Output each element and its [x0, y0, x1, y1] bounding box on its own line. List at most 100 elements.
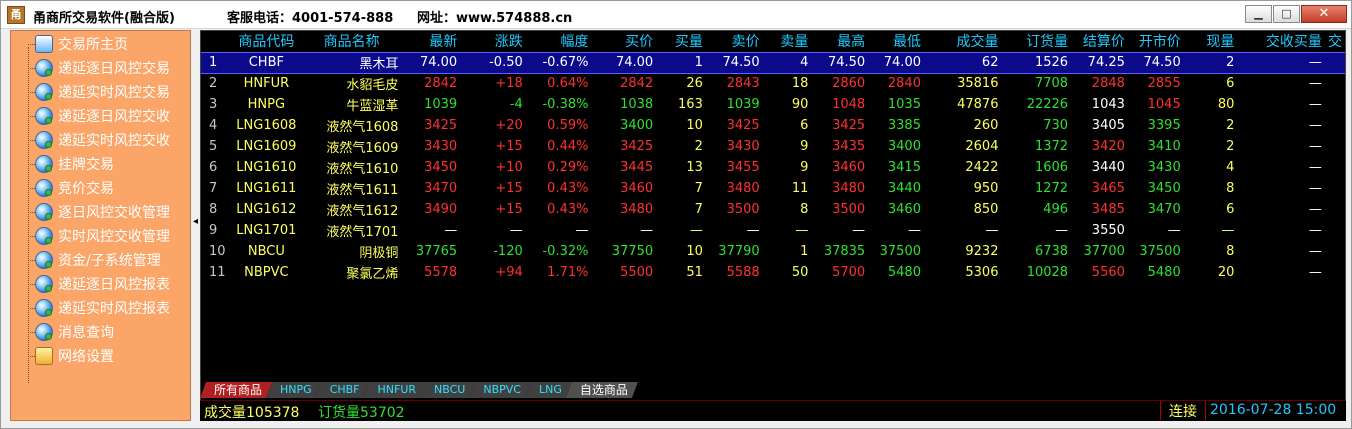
column-header[interactable]: 现量	[1184, 31, 1238, 52]
quote-table: 商品代码 商品名称 最新 涨跌 幅度 买价 买量 卖价 卖量 最高 最低 成交量 订货量 结算价 开市价 现量…	[201, 31, 1345, 283]
tree-branch	[28, 236, 35, 237]
column-header[interactable]: 买量	[656, 31, 706, 52]
column-header[interactable]: 交收买量	[1237, 31, 1325, 52]
tab-item[interactable]: LNG	[525, 382, 572, 398]
quote-row[interactable]: 8 LNG1612 液然气1612 3490 +15 0.43% 3480 7 3500 8 350…	[201, 199, 1345, 220]
cell-idx: 4	[209, 118, 218, 133]
quote-row[interactable]: 10 NBCU 阴极铜 37765 -120 -0.32% 37750 10 37790 1 378…	[201, 241, 1345, 262]
column-header[interactable]: 最高	[811, 31, 868, 52]
close-button[interactable]: ✕	[1301, 5, 1347, 23]
quote-row[interactable]: 6 LNG1610 液然气1610 3450 +10 0.29% 3445 13 3455 9 34…	[201, 157, 1345, 178]
cell-chg: -0.50	[460, 51, 526, 74]
globe-icon	[35, 155, 53, 173]
cell-last: 2842	[424, 76, 458, 92]
cell-name: 黑木耳	[304, 51, 402, 74]
cell-vol: 47876	[957, 97, 999, 112]
tab-item[interactable]: HNFUR	[364, 382, 427, 398]
collapse-arrow-icon[interactable]: ◂	[193, 216, 198, 227]
cell-last: 3450	[424, 160, 458, 175]
cell-open: 3410	[1147, 139, 1181, 154]
cell-name: 液然气1610	[326, 162, 399, 177]
sidebar-item[interactable]: 挂牌交易	[28, 153, 114, 175]
tab-item[interactable]: 自选商品	[566, 382, 638, 398]
column-header[interactable]: 商品代码	[231, 31, 305, 52]
sidebar-item[interactable]: 递延实时风控报表	[28, 297, 170, 319]
cell-vol: 5306	[965, 265, 999, 280]
cell-oi: 10028	[1026, 265, 1069, 280]
cell-low: —	[907, 223, 921, 238]
quote-row[interactable]: 1 CHBF 黑木耳 74.00 -0.50 -0.67% 74.00 1 74.50 4 74.5…	[201, 51, 1345, 74]
column-header[interactable]: 交	[1325, 31, 1345, 52]
cell-askv: 9	[800, 139, 809, 154]
quote-row[interactable]: 7 LNG1611 液然气1611 3470 +15 0.43% 3460 7 3480 11 34…	[201, 178, 1345, 199]
cell-askv: 1	[800, 244, 809, 259]
cell-bidv: 2	[694, 139, 703, 154]
cell-chg: +18	[495, 76, 523, 92]
cell-bid: —	[640, 223, 654, 238]
maximize-button[interactable]: □	[1273, 5, 1300, 23]
cell-pct: —	[575, 223, 589, 238]
sidebar-item[interactable]: 交易所主页	[28, 33, 128, 55]
globe-icon	[35, 323, 53, 341]
cell-oi: 730	[1043, 118, 1069, 133]
sidebar-item[interactable]: 递延实时风控交收	[28, 129, 170, 151]
sidebar-item[interactable]: 递延逐日风控交收	[28, 105, 170, 127]
globe-icon	[35, 83, 53, 101]
table-header-row: 商品代码 商品名称 最新 涨跌 幅度 买价 买量 卖价 卖量 最高 最低 成交量 订货量 结算价 开市价 现量…	[201, 31, 1345, 52]
sidebar-item[interactable]: 逐日风控交收管理	[28, 201, 170, 223]
column-header[interactable]: 卖量	[763, 31, 812, 52]
cell-open: 3395	[1147, 118, 1181, 133]
column-header[interactable]: 开市价	[1128, 31, 1184, 52]
sidebar-item[interactable]: 递延逐日风控交易	[28, 57, 170, 79]
column-header[interactable]: 订货量	[1001, 31, 1071, 52]
cell-dlv: —	[1308, 160, 1322, 175]
cell-dlv: —	[1308, 97, 1322, 112]
column-header[interactable]: 幅度	[526, 31, 592, 52]
cell-chg: +15	[495, 139, 523, 154]
quote-row[interactable]: 5 LNG1609 液然气1609 3430 +15 0.44% 3425 2 3430 9 343…	[201, 136, 1345, 157]
quote-row[interactable]: 9 LNG1701 液然气1701 — — — — — — — — — — — 3550 — — —	[201, 220, 1345, 241]
cell-ask: 74.50	[705, 51, 763, 74]
quote-row[interactable]: 2 HNFUR 水貂毛皮 2842 +18 0.64% 2842 26 2843 18 2860 28…	[201, 73, 1345, 94]
cell-settle: 3550	[1091, 223, 1125, 238]
cell-settle: 3485	[1091, 202, 1125, 217]
sidebar-item[interactable]: 网络设置	[28, 345, 114, 367]
cell-settle: 5560	[1091, 265, 1125, 280]
quote-row[interactable]: 11 NBPVC 聚氯乙烯 5578 +94 1.71% 5500 51 5588 50 5700 5…	[201, 262, 1345, 283]
tab-item[interactable]: 所有商品	[200, 382, 272, 398]
sidebar-item-label: 递延实时风控交收	[58, 133, 170, 149]
tab-item[interactable]: NBPVC	[469, 382, 531, 398]
cell-high: 2860	[832, 76, 866, 92]
sidebar-item[interactable]: 递延逐日风控报表	[28, 273, 170, 295]
column-header[interactable]: 最新	[401, 31, 460, 52]
column-header[interactable]: 涨跌	[460, 31, 526, 52]
column-header[interactable]: 买价	[591, 31, 656, 52]
cell-low: 3440	[887, 181, 921, 196]
sidebar-item-label: 资金/子系统管理	[58, 253, 161, 269]
quote-row[interactable]: 4 LNG1608 液然气1608 3425 +20 0.59% 3400 10 3425 6 34…	[201, 115, 1345, 136]
quote-row[interactable]: 3 HNPG 牛蓝湿革 1039 -4 -0.38% 1038 163 1039 90 1048 10…	[201, 94, 1345, 115]
cell-open: 1045	[1147, 97, 1181, 112]
cell-dlv: —	[1308, 181, 1322, 196]
tab-item[interactable]: NBCU	[420, 382, 475, 398]
column-header[interactable]	[201, 31, 231, 52]
column-header[interactable]: 结算价	[1071, 31, 1128, 52]
cell-dlv: —	[1308, 223, 1322, 238]
sidebar-splitter[interactable]: ◂	[192, 30, 200, 421]
sidebar-item[interactable]: 实时风控交收管理	[28, 225, 170, 247]
title-bar[interactable]: 甬 甬商所交易软件(融合版) 客服电话：4001-574-888 网址：www.…	[1, 1, 1351, 29]
sidebar-item[interactable]: 资金/子系统管理	[28, 249, 161, 271]
tab-item[interactable]: CHBF	[316, 382, 370, 398]
sidebar-item[interactable]: 消息查询	[28, 321, 114, 343]
column-header[interactable]: 商品名称	[305, 31, 402, 52]
connection-status[interactable]: 连接	[1160, 401, 1206, 420]
column-header[interactable]: 最低	[868, 31, 924, 52]
column-header[interactable]: 卖价	[706, 31, 763, 52]
tab-item[interactable]: HNPG	[266, 382, 322, 398]
cell-vol: 2604	[965, 139, 999, 154]
sidebar-item[interactable]: 竞价交易	[28, 177, 114, 199]
minimize-button[interactable]: ▁	[1245, 5, 1272, 23]
home-icon	[35, 35, 53, 53]
column-header[interactable]: 成交量	[924, 31, 1001, 52]
sidebar-item[interactable]: 递延实时风控交易	[28, 81, 170, 103]
